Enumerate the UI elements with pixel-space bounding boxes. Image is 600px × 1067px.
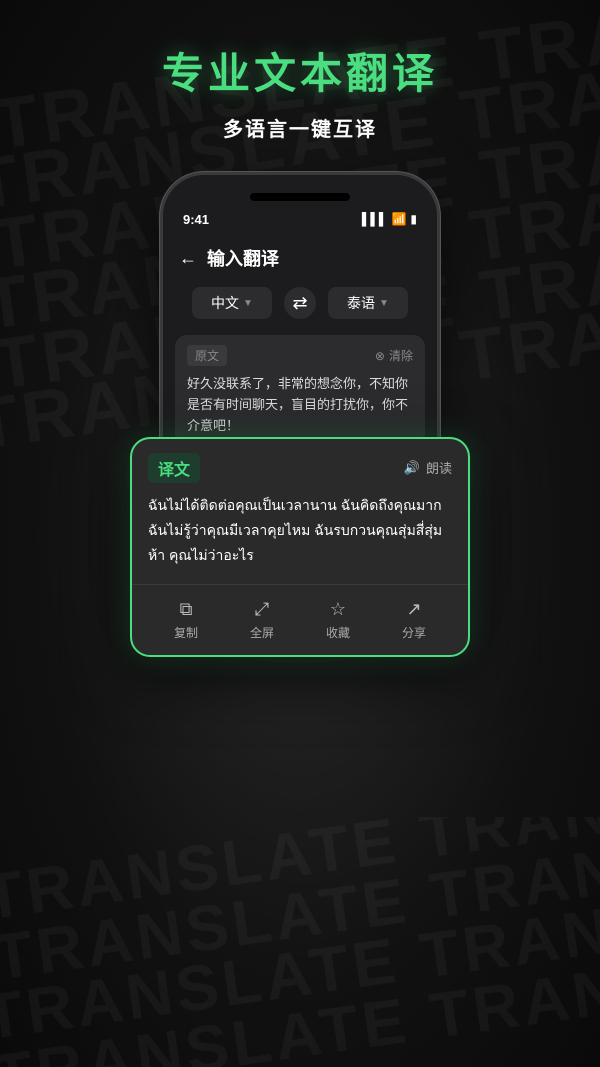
star-icon: ☆ <box>330 599 346 620</box>
source-lang-arrow: ▼ <box>243 298 253 309</box>
target-lang-button[interactable]: 泰语 ▼ <box>328 287 408 319</box>
fullscreen-icon: ⤢ <box>255 599 269 620</box>
input-label-row: 原文 ⊗ 清除 <box>187 345 413 366</box>
share-button[interactable]: ↗ 分享 <box>402 599 426 641</box>
clear-button[interactable]: ⊗ 清除 <box>375 347 413 364</box>
notch-bar <box>250 193 350 201</box>
clear-label: 清除 <box>389 347 413 364</box>
swap-button[interactable]: ⇄ <box>284 287 316 319</box>
translation-text: ฉันไม่ได้ติดต่อคุณเป็นเวลานาน ฉันคิดถึงค… <box>132 493 468 585</box>
speaker-icon: 🔊 <box>404 460 420 476</box>
fullscreen-label: 全屏 <box>250 624 274 641</box>
copy-icon: ⧉ <box>180 599 193 620</box>
status-time: 9:41 <box>183 212 209 227</box>
app-title: 输入翻译 <box>207 245 279 271</box>
page-bottom: TRANSLATE TRANSLATE TRANSLATE TRANSLATE … <box>0 817 600 1067</box>
copy-label: 复制 <box>174 624 198 641</box>
status-bar: 9:41 ▌▌▌ 📶 ▮ <box>163 205 437 233</box>
input-text[interactable]: 好久没联系了，非常的想念你，不知你是否有时间聊天，盲目的打扰你，你不介意吧！ <box>187 374 413 436</box>
share-icon: ↗ <box>406 599 421 620</box>
input-area: 原文 ⊗ 清除 好久没联系了，非常的想念你，不知你是否有时间聊天，盲目的打扰你，… <box>175 335 425 446</box>
wifi-icon: 📶 <box>391 212 406 226</box>
read-aloud-button[interactable]: 🔊 朗读 <box>404 458 452 477</box>
favorite-button[interactable]: ☆ 收藏 <box>326 599 350 641</box>
language-selector: 中文 ▼ ⇄ 泰语 ▼ <box>163 279 437 327</box>
share-label: 分享 <box>402 624 426 641</box>
target-lang-arrow: ▼ <box>379 298 389 309</box>
page-content: 专业文本翻译 多语言一键互译 9:41 ▌▌▌ 📶 ▮ <box>0 0 600 597</box>
battery-icon: ▮ <box>410 212 417 226</box>
copy-button[interactable]: ⧉ 复制 <box>174 599 198 641</box>
translation-card: 译文 🔊 朗读 ฉันไม่ได้ติดต่อคุณเป็นเวลานาน ฉั… <box>130 437 470 658</box>
clear-icon: ⊗ <box>375 349 385 363</box>
back-button[interactable]: ← <box>179 248 197 269</box>
fullscreen-button[interactable]: ⤢ 全屏 <box>250 599 274 641</box>
swap-icon: ⇄ <box>292 293 307 314</box>
translation-label: 译文 <box>148 453 200 483</box>
favorite-label: 收藏 <box>326 624 350 641</box>
phone-mockup: 9:41 ▌▌▌ 📶 ▮ ← 输入翻译 中文 ▼ <box>160 172 440 597</box>
card-header: 译文 🔊 朗读 <box>132 439 468 493</box>
source-lang-text: 中文 <box>211 293 239 313</box>
signal-icon: ▌▌▌ <box>362 212 388 226</box>
app-header: ← 输入翻译 <box>163 233 437 279</box>
phone-notch <box>163 175 437 205</box>
main-title: 专业文本翻译 <box>162 40 438 101</box>
sub-title: 多语言一键互译 <box>223 113 377 142</box>
card-actions: ⧉ 复制 ⤢ 全屏 ☆ 收藏 ↗ 分享 <box>132 584 468 655</box>
input-label: 原文 <box>187 345 227 366</box>
read-aloud-label: 朗读 <box>426 458 452 477</box>
status-icons: ▌▌▌ 📶 ▮ <box>362 212 417 226</box>
source-lang-button[interactable]: 中文 ▼ <box>192 287 272 319</box>
target-lang-text: 泰语 <box>347 293 375 313</box>
